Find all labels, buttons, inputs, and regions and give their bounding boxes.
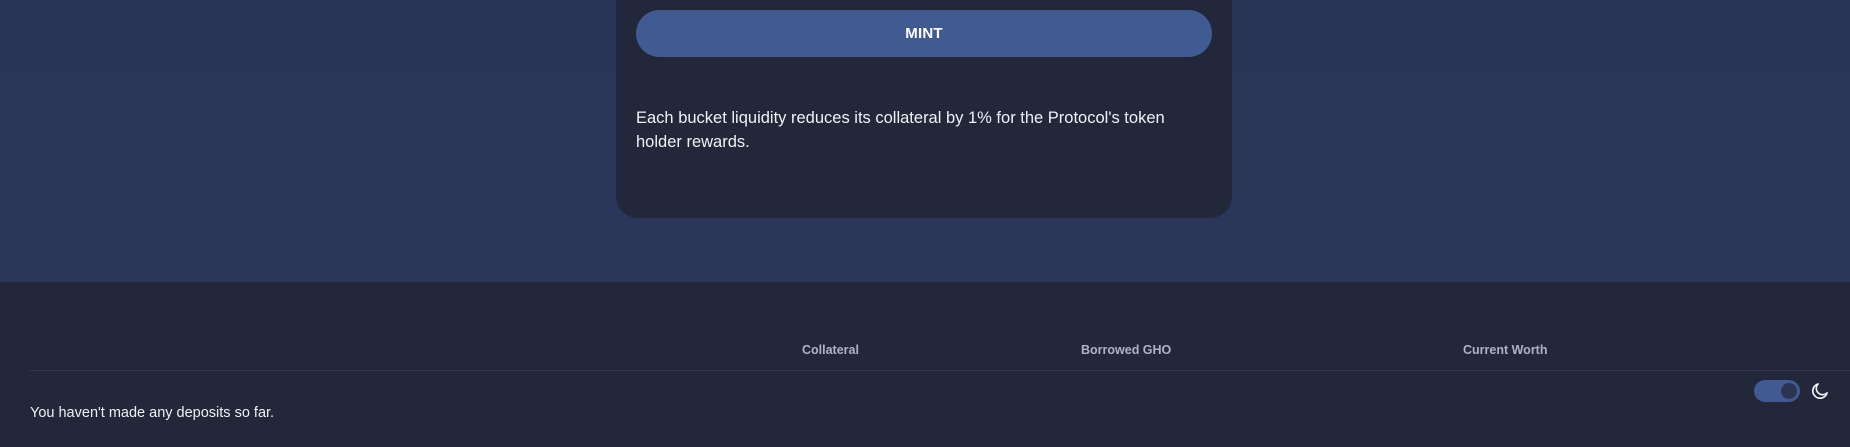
moon-icon [1812,383,1828,399]
toggle-knob [1781,383,1797,399]
mint-button[interactable]: MINT [636,10,1212,57]
deposits-table: Collateral Borrowed GHO Current Worth Yo… [0,282,1850,447]
empty-deposits-message: You haven't made any deposits so far. [30,405,275,421]
collateral-fee-note: Each bucket liquidity reduces its collat… [636,109,1165,151]
column-header-current-worth: Current Worth [1463,343,1548,357]
dark-mode-toggle[interactable] [1754,380,1800,402]
column-header-borrowed-gho: Borrowed GHO [1081,343,1172,357]
table-header-row: Collateral Borrowed GHO Current Worth [30,343,1850,371]
mint-card: MINT Each bucket liquidity reduces its c… [616,0,1232,218]
column-header-collateral: Collateral [802,343,859,357]
mint-section: MINT Each bucket liquidity reduces its c… [0,0,1850,282]
